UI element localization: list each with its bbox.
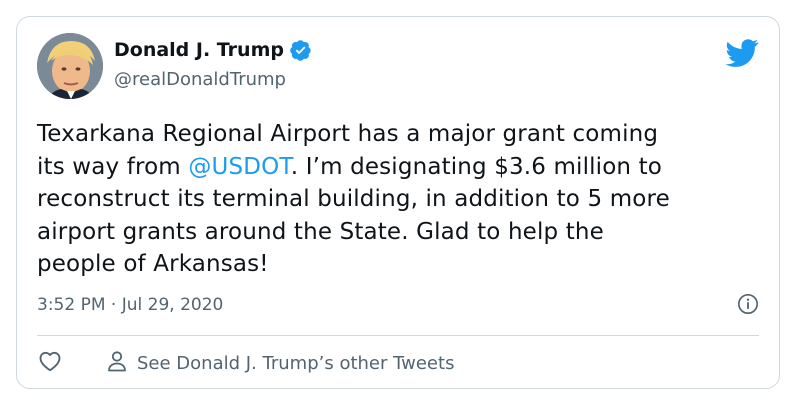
tweet-text-line: reconstruct its terminal building, in ad… xyxy=(37,186,670,212)
tweet-text-line: Texarkana Regional Airport has a major g… xyxy=(37,121,659,147)
author-handle[interactable]: @realDonaldTrump xyxy=(114,69,286,90)
twitter-bird-icon[interactable] xyxy=(725,39,759,67)
other-tweets-link[interactable]: See Donald J. Trump’s other Tweets xyxy=(107,350,454,377)
info-icon[interactable] xyxy=(737,293,759,315)
other-tweets-label: See Donald J. Trump’s other Tweets xyxy=(137,352,455,374)
tweet-text-line: people of Arkansas! xyxy=(37,251,269,277)
avatar[interactable] xyxy=(37,33,103,99)
like-button[interactable] xyxy=(37,350,63,376)
author-name-row[interactable]: Donald J. Trump xyxy=(114,39,312,61)
tweet-card: Donald J. Trump @realDonaldTrump Texarka… xyxy=(16,16,780,389)
tweet-actions: See Donald J. Trump’s other Tweets xyxy=(37,347,454,379)
person-icon xyxy=(107,350,127,377)
tweet-text-fragment: its way from xyxy=(37,153,189,180)
tweet-text-line: airport grants around the State. Glad to… xyxy=(37,218,604,245)
heart-icon xyxy=(38,350,62,376)
verified-badge-icon xyxy=(290,39,312,61)
author-name[interactable]: Donald J. Trump xyxy=(114,39,284,61)
tweet-text: Texarkana Regional Airport has a major g… xyxy=(37,118,767,281)
tweet-text-line: its way from @USDOT. I’m designating $3.… xyxy=(37,151,767,184)
tweet-timestamp[interactable]: 3:52 PM · Jul 29, 2020 xyxy=(37,295,223,315)
mention-link-usdot[interactable]: @USDOT xyxy=(188,154,290,180)
divider xyxy=(37,335,759,336)
tweet-text-fragment: . I’m designating $3.6 million to xyxy=(290,153,663,180)
